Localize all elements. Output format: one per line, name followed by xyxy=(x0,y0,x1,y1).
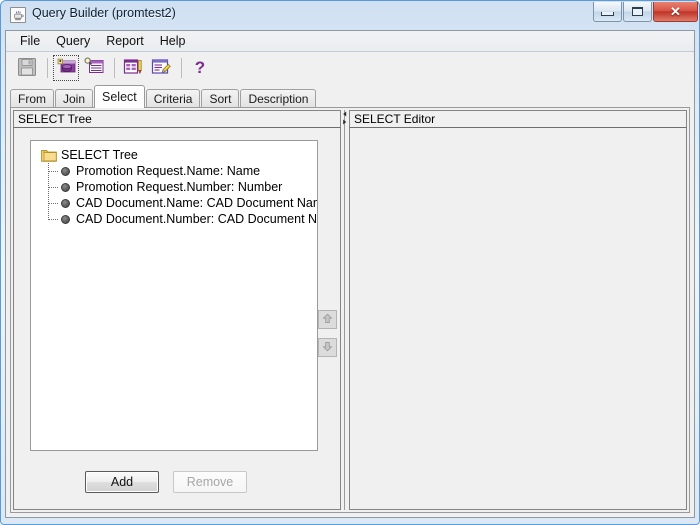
toolbar-separator xyxy=(47,58,48,78)
tree-root-label: SELECT Tree xyxy=(61,147,138,162)
select-tree-pane: SELECT Tree SELECT Tree Promotion Reques… xyxy=(13,110,341,510)
tree-node-label: Promotion Request.Number: Number xyxy=(76,180,283,194)
svg-text:?: ? xyxy=(195,58,205,77)
tree-root-node[interactable]: SELECT Tree xyxy=(37,146,317,163)
edit-report-button[interactable] xyxy=(120,55,146,81)
tab-select[interactable]: Select xyxy=(94,85,145,108)
toolbar-separator xyxy=(181,58,182,78)
tree-action-buttons: Add Remove xyxy=(14,471,318,493)
remove-button[interactable]: Remove xyxy=(173,471,247,493)
select-tree-view[interactable]: SELECT Tree Promotion Request.Name: Name xyxy=(30,140,318,451)
window-title: Query Builder (promtest2) xyxy=(32,6,176,20)
leaf-node-icon xyxy=(61,182,70,192)
tree-node-label: CAD Document.Name: CAD Document Name xyxy=(76,196,318,210)
select-tree-body: SELECT Tree Promotion Request.Name: Name xyxy=(13,128,341,510)
divider-collapse-arrows[interactable] xyxy=(342,110,348,126)
tab-bar: From Join Select Criteria Sort Descripti… xyxy=(10,84,690,108)
maximize-button[interactable] xyxy=(623,2,652,22)
minimize-icon xyxy=(601,12,614,16)
divider-line xyxy=(344,110,345,510)
arrow-down-icon xyxy=(321,340,334,356)
save-button[interactable] xyxy=(14,55,40,81)
edit-description-button[interactable] xyxy=(148,55,174,81)
menu-item-help[interactable]: Help xyxy=(152,32,194,51)
menu-item-query[interactable]: Query xyxy=(48,32,98,51)
preview-query-icon xyxy=(83,56,105,81)
tree-node-item[interactable]: CAD Document.Name: CAD Document Name xyxy=(47,195,317,211)
close-button[interactable]: ✕ xyxy=(653,2,698,22)
help-icon: ? xyxy=(189,56,211,81)
menu-item-file[interactable]: File xyxy=(12,32,48,51)
tab-join[interactable]: Join xyxy=(55,89,94,108)
select-editor-area[interactable] xyxy=(351,129,685,508)
select-tree-header: SELECT Tree xyxy=(13,110,341,128)
minimize-button[interactable] xyxy=(593,2,622,22)
select-editor-header: SELECT Editor xyxy=(349,110,687,128)
tree-node-item[interactable]: Promotion Request.Number: Number xyxy=(47,179,317,195)
window-controls: ✕ xyxy=(592,2,698,23)
tree-node-item[interactable]: Promotion Request.Name: Name xyxy=(47,163,317,179)
move-buttons-group xyxy=(318,310,338,366)
leaf-node-icon xyxy=(61,166,70,176)
move-up-button[interactable] xyxy=(318,310,337,329)
tree-children: Promotion Request.Name: Name Promotion R… xyxy=(47,163,317,227)
add-button[interactable]: Add xyxy=(85,471,159,493)
tab-content-select: SELECT Tree SELECT Tree Promotion Reques… xyxy=(10,107,690,513)
tab-description[interactable]: Description xyxy=(240,89,317,108)
select-editor-body xyxy=(349,128,687,510)
arrow-up-icon xyxy=(321,312,334,328)
save-icon xyxy=(16,56,38,81)
preview-query-button[interactable] xyxy=(81,55,107,81)
execute-query-button[interactable] xyxy=(53,55,79,81)
leaf-node-icon xyxy=(61,214,70,224)
help-button[interactable]: ? xyxy=(187,55,213,81)
execute-query-icon xyxy=(55,56,77,81)
application-window: Query Builder (promtest2) ✕ File Query R… xyxy=(0,0,700,525)
tab-sort[interactable]: Sort xyxy=(201,89,240,108)
title-bar: Query Builder (promtest2) ✕ xyxy=(1,1,700,30)
folder-icon xyxy=(41,148,57,162)
edit-description-icon xyxy=(150,56,172,81)
tree-node-item[interactable]: CAD Document.Number: CAD Document Number xyxy=(47,211,317,227)
menu-bar: File Query Report Help xyxy=(6,31,694,52)
tab-from[interactable]: From xyxy=(10,89,54,108)
split-pane-divider[interactable] xyxy=(342,110,348,510)
leaf-node-icon xyxy=(61,198,70,208)
edit-report-icon xyxy=(122,56,144,81)
toolbar-separator xyxy=(114,58,115,78)
tree: SELECT Tree Promotion Request.Name: Name xyxy=(31,141,317,227)
move-down-button[interactable] xyxy=(318,338,337,357)
tree-connector-line xyxy=(48,171,58,172)
client-area: File Query Report Help ? From Join Selec… xyxy=(5,30,695,518)
tree-connector-line xyxy=(48,187,58,188)
tree-node-label: Promotion Request.Name: Name xyxy=(76,164,261,178)
close-icon: ✕ xyxy=(670,4,681,19)
tree-connector-line xyxy=(48,219,58,220)
tree-node-label: CAD Document.Number: CAD Document Number xyxy=(76,212,318,226)
menu-item-report[interactable]: Report xyxy=(98,32,152,51)
maximize-icon xyxy=(632,7,643,16)
java-coffee-cup-icon xyxy=(10,7,26,23)
tab-criteria[interactable]: Criteria xyxy=(145,89,201,108)
tree-connector-line xyxy=(48,203,58,204)
toolbar: ? xyxy=(6,52,694,84)
select-editor-pane: SELECT Editor xyxy=(349,110,687,510)
